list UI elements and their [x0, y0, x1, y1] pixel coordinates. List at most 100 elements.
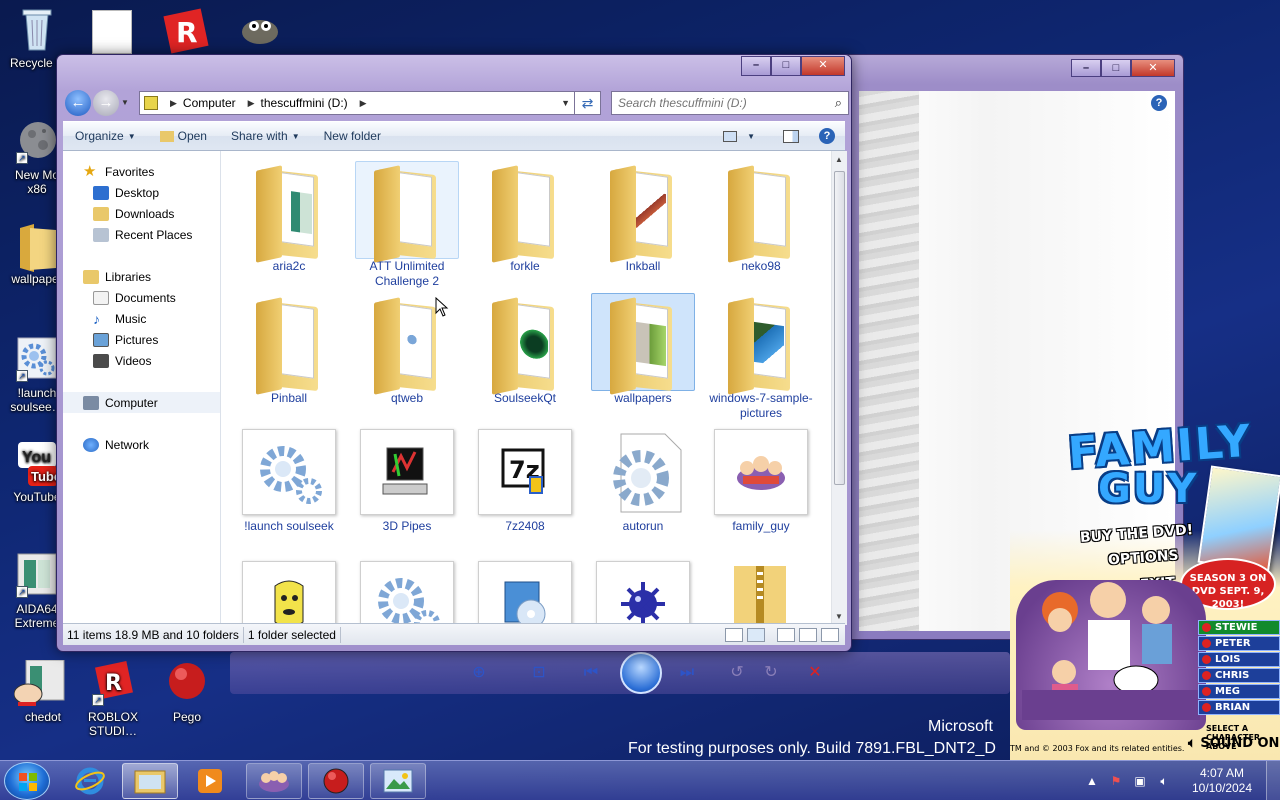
- show-hidden-icons-icon[interactable]: ▲: [1084, 773, 1100, 789]
- layout-icon-1[interactable]: [777, 627, 795, 642]
- character-meg-button[interactable]: MEG: [1198, 684, 1280, 699]
- help-icon[interactable]: ?: [1151, 95, 1167, 111]
- blank-file-icon[interactable]: [92, 10, 132, 54]
- file-item[interactable]: 7z 7z2408: [473, 425, 577, 534]
- address-bar[interactable]: ▶ Computer ▶ thescuffmini (D:) ▶ ▼: [139, 91, 575, 115]
- search-icon[interactable]: ⌕: [835, 95, 842, 111]
- nav-libraries[interactable]: Libraries: [63, 266, 220, 287]
- slideshow-button[interactable]: [620, 652, 662, 694]
- change-view-icon[interactable]: [723, 130, 738, 142]
- organize-button[interactable]: Organize ▼: [63, 129, 148, 143]
- breadcrumb-drive[interactable]: thescuffmini (D:): [261, 96, 348, 110]
- file-item[interactable]: 3D Pipes: [355, 425, 459, 534]
- file-item[interactable]: [591, 557, 695, 625]
- gimp-icon[interactable]: [236, 10, 282, 50]
- taskbar-pego[interactable]: [308, 763, 364, 799]
- desktop-icon-chedot[interactable]: chedot: [0, 659, 74, 724]
- scroll-down-icon[interactable]: ▼: [835, 612, 843, 621]
- minimize-button[interactable]: –: [1071, 59, 1101, 77]
- search-box[interactable]: ⌕: [611, 91, 849, 115]
- forward-button[interactable]: →: [93, 90, 119, 116]
- file-item[interactable]: [473, 557, 577, 625]
- recent-pages-dropdown[interactable]: ▼: [121, 98, 129, 107]
- desktop-icon-pego[interactable]: Pego: [150, 660, 224, 724]
- close-button[interactable]: ✕: [801, 56, 845, 76]
- volume-muted-icon[interactable]: 🔈︎: [1156, 773, 1172, 789]
- breadcrumb-computer[interactable]: Computer: [183, 96, 236, 110]
- character-lois-button[interactable]: LOIS: [1198, 652, 1280, 667]
- previous-icon[interactable]: ⏮: [578, 660, 604, 686]
- nav-pictures[interactable]: Pictures: [63, 329, 220, 350]
- folder-item[interactable]: windows-7-sample-pictures: [709, 293, 813, 421]
- nav-network[interactable]: Network: [63, 434, 220, 455]
- folder-item[interactable]: SoulseekQt: [473, 293, 577, 406]
- character-chris-button[interactable]: CHRIS: [1198, 668, 1280, 683]
- character-brian-button[interactable]: BRIAN: [1198, 700, 1280, 715]
- taskbar-family-guy[interactable]: [246, 763, 302, 799]
- roblox-icon[interactable]: R: [163, 8, 209, 54]
- taskbar-internet-explorer[interactable]: [62, 763, 118, 799]
- folder-item[interactable]: Pinball: [237, 293, 341, 406]
- file-item[interactable]: autorun: [591, 425, 695, 534]
- large-icons-view-icon[interactable]: [747, 627, 765, 642]
- folder-item[interactable]: aria2c: [237, 161, 341, 274]
- explorer-window[interactable]: – □ ✕ ← → ▼ ▶ Computer ▶ thescuffmini (D:)…: [56, 54, 852, 652]
- nav-computer[interactable]: Computer: [63, 392, 220, 413]
- nav-music[interactable]: ♪ Music: [63, 308, 220, 329]
- start-button[interactable]: [4, 762, 50, 800]
- folder-item[interactable]: neko98: [709, 161, 813, 274]
- family-guy-splash[interactable]: FAMILY GUY BUY THE DVD! OPTIONS EXIT SEA…: [1010, 416, 1280, 760]
- taskbar-media-player[interactable]: [182, 763, 238, 799]
- scrollbar-thumb[interactable]: [834, 171, 845, 485]
- sound-toggle[interactable]: 🔈︎ SOUND ON: [1188, 736, 1279, 751]
- folder-item[interactable]: forkle: [473, 161, 577, 274]
- maximize-button[interactable]: □: [1101, 59, 1131, 77]
- scroll-up-icon[interactable]: ▲: [835, 155, 843, 164]
- refresh-button[interactable]: ⇄: [575, 91, 601, 115]
- taskbar-photo-viewer[interactable]: [370, 763, 426, 799]
- maximize-button[interactable]: □: [771, 56, 801, 76]
- folder-item[interactable]: ATT Unlimited Challenge 2: [355, 161, 459, 289]
- rotate-left-icon[interactable]: ↺: [724, 660, 750, 686]
- breadcrumb-separator-icon[interactable]: ▶: [248, 98, 255, 109]
- folder-item[interactable]: wallpapers: [591, 293, 695, 406]
- address-dropdown-icon[interactable]: ▼: [561, 98, 570, 108]
- minimize-button[interactable]: –: [741, 56, 771, 76]
- clock[interactable]: 4:07 AM 10/10/2024: [1182, 766, 1262, 796]
- vertical-scrollbar[interactable]: ▲ ▼: [831, 151, 847, 625]
- file-item[interactable]: [237, 557, 341, 625]
- new-folder-button[interactable]: New folder: [312, 129, 393, 143]
- action-center-icon[interactable]: ⚑: [1108, 773, 1124, 789]
- nav-recent-places[interactable]: Recent Places: [63, 224, 220, 245]
- nav-documents[interactable]: Documents: [63, 287, 220, 308]
- help-icon[interactable]: ?: [819, 128, 835, 144]
- nav-favorites[interactable]: ★ Favorites: [63, 161, 220, 182]
- nav-downloads[interactable]: Downloads: [63, 203, 220, 224]
- rotate-right-icon[interactable]: ↻: [758, 660, 784, 686]
- file-item[interactable]: family_guy: [709, 425, 813, 534]
- layout-icon-3[interactable]: [821, 627, 839, 642]
- network-icon[interactable]: ▣: [1132, 773, 1148, 789]
- actual-size-icon[interactable]: ⊡: [526, 660, 552, 686]
- character-stewie-button[interactable]: STEWIE: [1198, 620, 1280, 635]
- zoom-icon[interactable]: ⊕: [466, 660, 492, 686]
- file-item[interactable]: !launch soulseek: [237, 425, 341, 534]
- file-item[interactable]: [709, 557, 813, 625]
- back-button[interactable]: ←: [65, 90, 91, 116]
- nav-desktop[interactable]: Desktop: [63, 182, 220, 203]
- close-button[interactable]: ✕: [1131, 59, 1175, 77]
- breadcrumb-separator-icon[interactable]: ▶: [170, 98, 177, 109]
- file-item[interactable]: [355, 557, 459, 625]
- taskbar-windows-explorer[interactable]: [122, 763, 178, 799]
- breadcrumb-separator-icon[interactable]: ▶: [360, 98, 367, 109]
- delete-icon[interactable]: ✕: [802, 660, 828, 686]
- desktop-icon-roblox-studio[interactable]: R ↗ ROBLOX STUDI…: [76, 660, 150, 738]
- open-button[interactable]: Open: [148, 129, 219, 143]
- layout-icon-2[interactable]: [799, 627, 817, 642]
- character-peter-button[interactable]: PETER: [1198, 636, 1280, 651]
- next-icon[interactable]: ⏭: [674, 660, 700, 686]
- chevron-down-icon[interactable]: ▼: [747, 132, 755, 141]
- nav-videos[interactable]: Videos: [63, 350, 220, 371]
- details-view-icon[interactable]: [725, 627, 743, 642]
- folder-item[interactable]: Inkball: [591, 161, 695, 274]
